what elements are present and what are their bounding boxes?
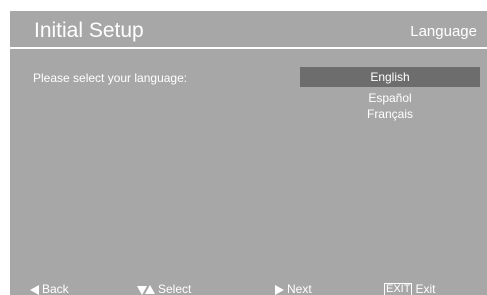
select-label: Select [158,282,192,295]
back-hint[interactable]: Back [30,282,69,295]
triangle-right-icon [275,284,284,295]
language-prompt: Please select your language: [33,71,188,85]
exit-label: Exit [415,282,436,295]
next-label: Next [287,282,312,295]
language-option-english[interactable]: English [300,67,480,87]
exit-hint[interactable]: EXIT Exit [384,282,435,295]
footer-hints: Back Select Next EXIT Exit [10,279,487,295]
setup-screen: Initial Setup Language Please select you… [10,11,487,295]
select-hint[interactable]: Select [137,282,191,295]
exit-key-icon: EXIT [384,283,413,295]
back-label: Back [42,282,69,295]
section-name: Language [410,23,477,40]
language-option-espanol[interactable]: Español [300,91,480,106]
up-down-arrows-icon [137,284,155,295]
language-list: English Español Français [300,67,480,123]
page-title: Initial Setup [34,19,144,42]
header-divider [10,47,487,49]
triangle-left-icon [30,284,39,295]
language-option-francais[interactable]: Français [300,107,480,122]
next-hint[interactable]: Next [275,282,312,295]
